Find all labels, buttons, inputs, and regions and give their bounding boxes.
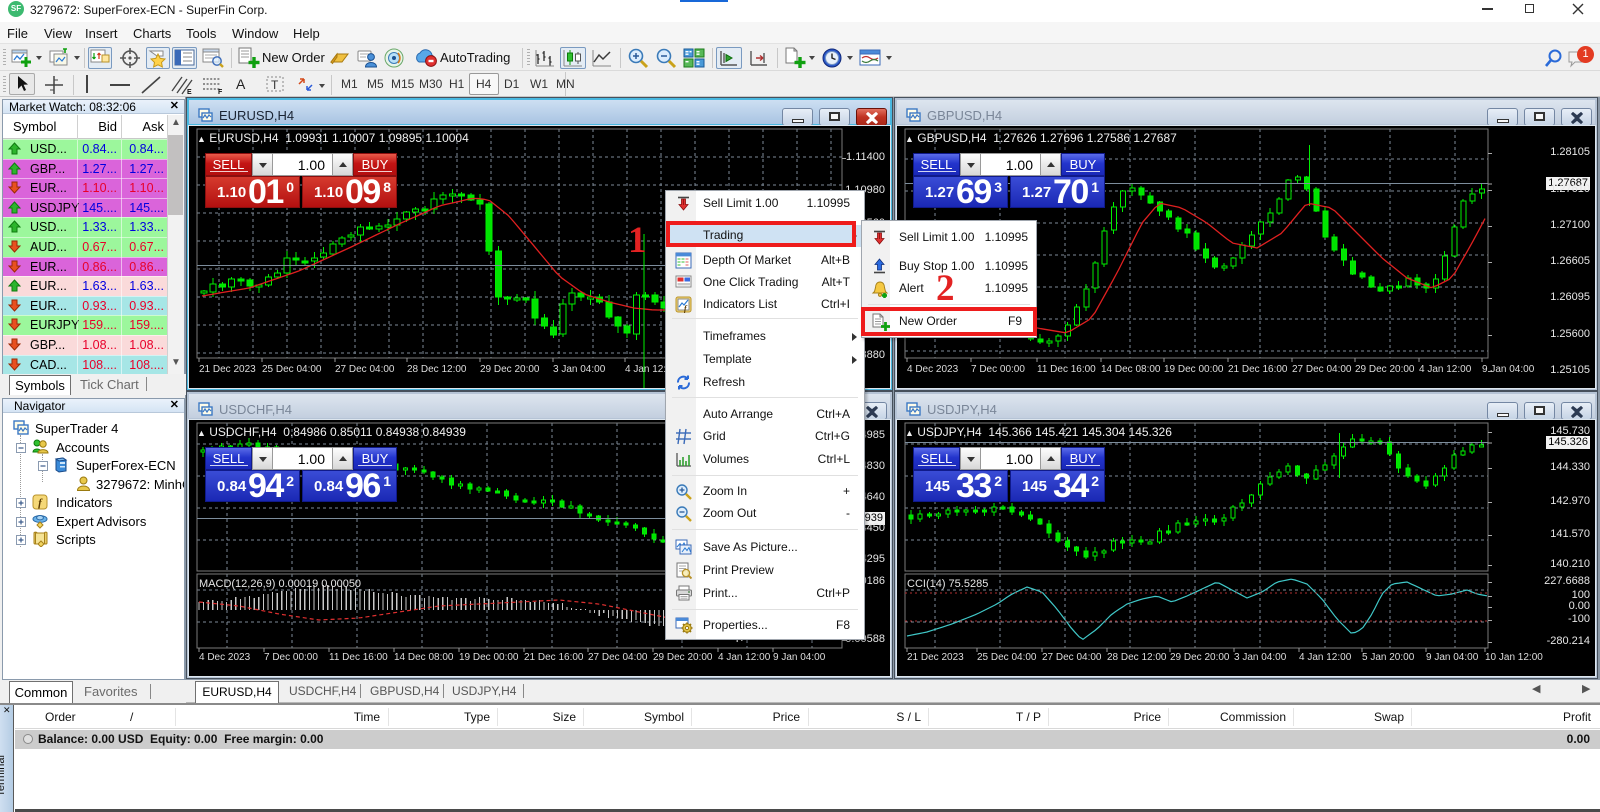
svg-text:T: T — [271, 78, 279, 92]
svg-text:F: F — [218, 89, 223, 95]
svg-text:E: E — [187, 89, 192, 95]
